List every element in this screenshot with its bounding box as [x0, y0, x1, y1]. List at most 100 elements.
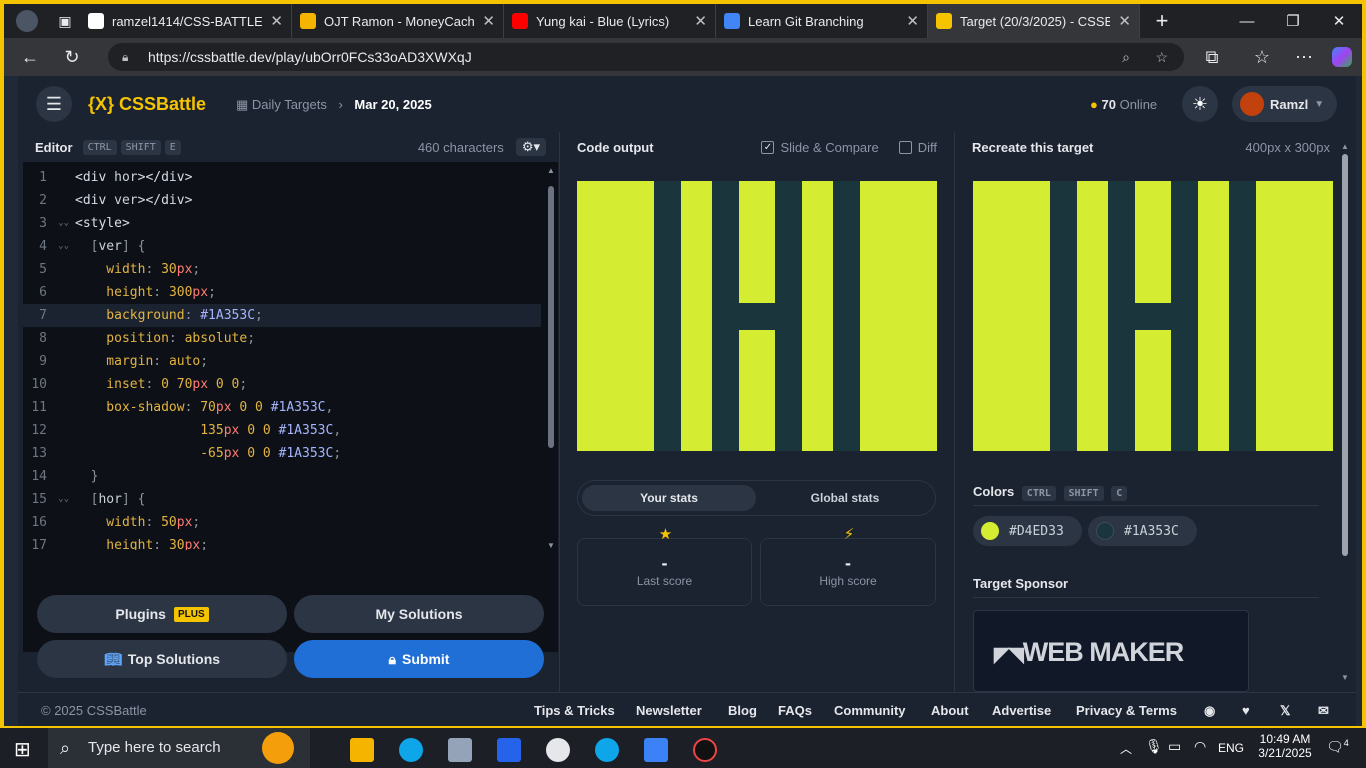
notification-icon[interactable]: 🗨︎4: [1326, 738, 1349, 756]
slide-compare-label[interactable]: Slide & Compare: [780, 140, 878, 155]
code-line[interactable]: 17 height: 30 px;: [23, 534, 541, 550]
scroll-down-icon[interactable]: ▼: [547, 541, 555, 550]
bluesky-icon[interactable]: ♥︎: [1242, 703, 1250, 718]
browser-tab[interactable]: Yung kai - Blue (Lyrics) ✕: [504, 4, 716, 38]
logo[interactable]: {X} CSSBattle: [88, 94, 206, 115]
discord-icon[interactable]: ◉: [1204, 703, 1215, 719]
skype-icon[interactable]: [595, 738, 619, 762]
mic-icon[interactable]: 🎙︎: [1145, 738, 1163, 755]
footer-link-community[interactable]: Community: [834, 703, 906, 718]
back-icon[interactable]: ←: [18, 45, 42, 69]
color-swatch-yellow[interactable]: #D4ED33: [973, 516, 1082, 546]
wifi-icon[interactable]: ◠: [1194, 738, 1206, 755]
restore-icon[interactable]: ❐: [1270, 12, 1316, 30]
favorites-icon[interactable]: ☆: [1250, 45, 1274, 69]
code-line[interactable]: 10 inset: 0 70 px 0 0;: [23, 373, 541, 396]
code-line[interactable]: 12 135 px 0 0 #1A353C,: [23, 419, 541, 442]
scrollbar-thumb[interactable]: [1342, 154, 1348, 556]
vscode-icon[interactable]: [644, 738, 668, 762]
profile-avatar[interactable]: [4, 4, 50, 38]
editor-scrollbar[interactable]: ▲ ▼: [545, 166, 557, 550]
scroll-up-icon[interactable]: ▲: [547, 166, 555, 175]
x-twitter-icon[interactable]: 𝕏: [1280, 703, 1290, 719]
code-line[interactable]: 15 ⌄⌄ [hor] {: [23, 488, 541, 511]
footer-link-tips[interactable]: Tips & Tricks: [534, 703, 615, 718]
code-line[interactable]: 13 -65 px 0 0 #1A353C;: [23, 442, 541, 465]
reload-icon[interactable]: ↻: [60, 45, 84, 69]
browser-tab[interactable]: ramzel1414/CSS-BATTLES: Da ✕: [80, 4, 292, 38]
diff-label[interactable]: Diff: [918, 140, 937, 155]
output-preview[interactable]: [577, 181, 937, 451]
code-line[interactable]: 2 <div ver ></div>: [23, 189, 541, 212]
fold-icon[interactable]: ⌄⌄: [58, 235, 69, 258]
minimize-icon[interactable]: —: [1224, 13, 1270, 30]
code-line[interactable]: 9 margin: auto;: [23, 350, 541, 373]
slide-compare-checkbox[interactable]: ✓: [761, 140, 775, 154]
code-line[interactable]: 3 ⌄⌄ <style>: [23, 212, 541, 235]
code-line[interactable]: 14 }: [23, 465, 541, 488]
tab-actions-icon[interactable]: ▣: [50, 4, 80, 38]
code-line[interactable]: 6 height: 300 px;: [23, 281, 541, 304]
zoom-icon[interactable]: ⌕: [1122, 43, 1130, 71]
footer-link-blog[interactable]: Blog: [728, 703, 757, 718]
editor-settings-icon[interactable]: ⚙▾: [515, 138, 546, 156]
tab-your-stats[interactable]: Your stats: [582, 485, 756, 511]
code-line[interactable]: 16 width: 50 px;: [23, 511, 541, 534]
browser-tab[interactable]: OJT Ramon - MoneyCache 2(✕: [292, 4, 504, 38]
battery-icon[interactable]: ▭: [1168, 738, 1181, 755]
app-icon[interactable]: [448, 738, 472, 762]
code-area[interactable]: 1 <div hor ></div> 2 <div ver ></div> 3 ⌄⌄ <styl…: [23, 166, 541, 550]
url-field[interactable]: 🔒︎ https://cssbattle.dev/play/ubOrr0FCs3…: [108, 43, 1184, 71]
edge-icon[interactable]: [399, 738, 423, 762]
top-solutions-button[interactable]: 📖︎ Top Solutions: [37, 640, 287, 678]
theme-toggle-icon[interactable]: ☀: [1182, 86, 1218, 122]
fold-icon[interactable]: ⌄⌄: [58, 212, 69, 235]
language-indicator[interactable]: ENG: [1218, 741, 1244, 755]
word-icon[interactable]: [497, 738, 521, 762]
new-tab-button[interactable]: +: [1140, 8, 1184, 34]
code-line[interactable]: 4 ⌄⌄ [ver] {: [23, 235, 541, 258]
obs-icon[interactable]: [693, 738, 717, 762]
code-line[interactable]: 8 position: absolute;: [23, 327, 541, 350]
breadcrumb-daily-targets[interactable]: Daily Targets: [252, 97, 327, 112]
tab-global-stats[interactable]: Global stats: [758, 485, 932, 511]
tray-chevron-icon[interactable]: ︿: [1120, 740, 1132, 757]
code-line[interactable]: 5 width: 30 px;: [23, 258, 541, 281]
plugins-button[interactable]: Plugins PLUS: [37, 595, 287, 633]
diff-checkbox[interactable]: [898, 140, 912, 154]
chatgpt-icon[interactable]: [546, 738, 570, 762]
close-tab-icon[interactable]: ✕: [270, 12, 283, 30]
scroll-up-icon[interactable]: ▲: [1341, 142, 1349, 151]
footer-link-privacy[interactable]: Privacy & Terms: [1076, 703, 1177, 718]
windows-start-icon[interactable]: ⊞: [14, 737, 31, 762]
close-tab-icon[interactable]: ✕: [694, 12, 707, 30]
footer-link-advertise[interactable]: Advertise: [992, 703, 1051, 718]
more-icon[interactable]: ⋯: [1292, 45, 1316, 69]
my-solutions-button[interactable]: My Solutions: [294, 595, 544, 633]
close-tab-icon[interactable]: ✕: [482, 12, 495, 30]
target-image[interactable]: [973, 181, 1333, 451]
code-line[interactable]: 7 background: #1A353C;: [23, 304, 541, 327]
mail-icon[interactable]: ✉: [1318, 703, 1329, 719]
file-explorer-icon[interactable]: [350, 738, 374, 762]
favorite-star-icon[interactable]: ☆: [1155, 43, 1168, 71]
code-line[interactable]: 11 box-shadow: 70 px 0 0 #1A353C,: [23, 396, 541, 419]
browser-tab[interactable]: Learn Git Branching ✕: [716, 4, 928, 38]
close-tab-icon[interactable]: ✕: [906, 12, 919, 30]
scroll-down-icon[interactable]: ▼: [1341, 673, 1349, 682]
user-menu[interactable]: Ramzl ▼: [1232, 86, 1337, 122]
target-scrollbar[interactable]: ▲ ▼: [1339, 132, 1351, 692]
code-line[interactable]: 1 <div hor ></div>: [23, 166, 541, 189]
clock[interactable]: 10:49 AM 3/21/2025: [1255, 732, 1315, 760]
copilot-icon[interactable]: [1332, 47, 1352, 67]
fold-icon[interactable]: ⌄⌄: [58, 488, 69, 511]
taskbar-search[interactable]: ⌕ Type here to search: [48, 728, 310, 768]
footer-link-faqs[interactable]: FAQs: [778, 703, 812, 718]
scrollbar-thumb[interactable]: [548, 186, 554, 448]
extensions-icon[interactable]: ⧉: [1200, 45, 1224, 69]
browser-tab[interactable]: Target (20/3/2025) - CSSBatt ✕: [928, 4, 1140, 38]
close-window-icon[interactable]: ✕: [1316, 12, 1362, 30]
footer-link-newsletter[interactable]: Newsletter: [636, 703, 702, 718]
submit-button[interactable]: 🔒︎ Submit: [294, 640, 544, 678]
menu-icon[interactable]: ☰: [36, 86, 72, 122]
